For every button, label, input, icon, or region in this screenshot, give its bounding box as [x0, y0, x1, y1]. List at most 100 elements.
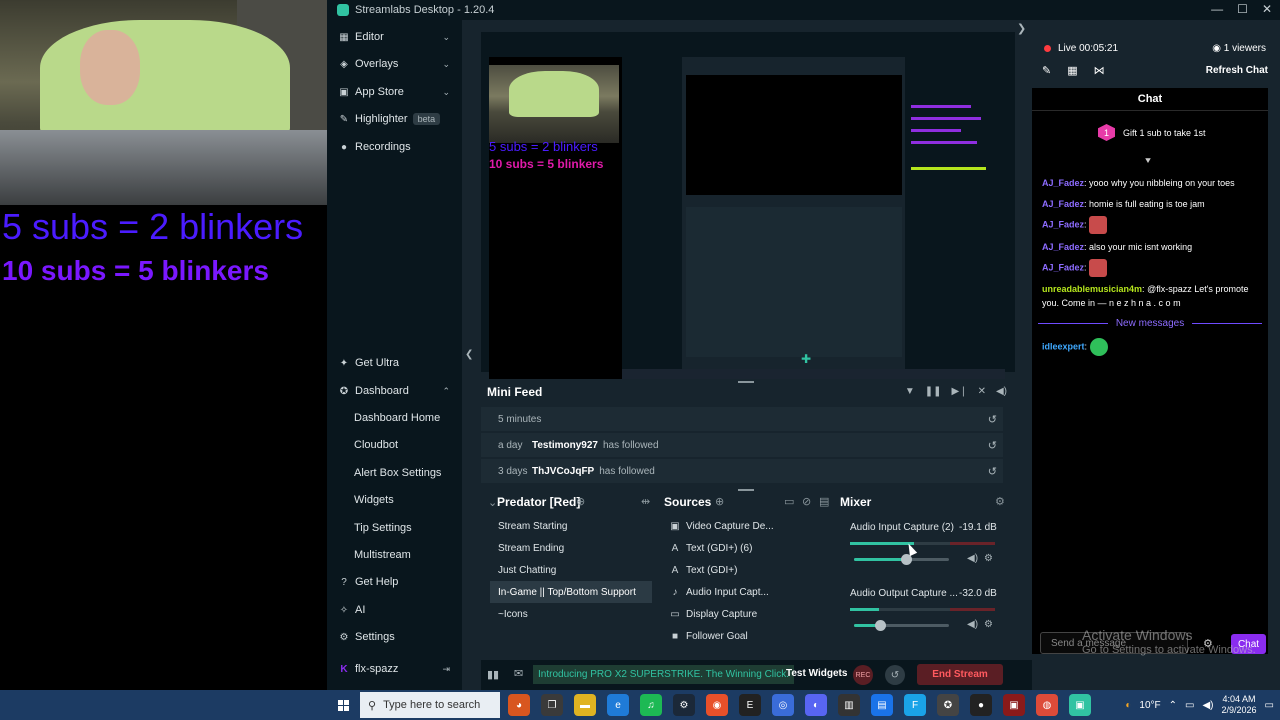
mute-icon[interactable]: ◀) — [967, 619, 978, 630]
source-item[interactable]: ♪ Audio Input Capt... — [664, 581, 814, 603]
filter-icon[interactable]: ▼ — [905, 386, 915, 397]
replay-buffer-button[interactable]: ↺ — [885, 665, 905, 685]
replay-alert-icon[interactable]: ↺ — [988, 439, 997, 452]
collapse-chat-icon[interactable]: ❯ — [1017, 22, 1026, 35]
source-item[interactable]: ▭ Display Capture — [664, 603, 814, 625]
spotify-icon[interactable]: ♫ — [640, 694, 662, 716]
edge-icon[interactable]: e — [607, 694, 629, 716]
stream-preview[interactable]: 5 subs = 2 blinkers 10 subs = 5 blinkers — [489, 57, 1005, 379]
volume-icon[interactable]: ◀) — [996, 386, 1007, 397]
app-icon[interactable]: ✪ — [937, 694, 959, 716]
expand-chevron-icon[interactable]: ⯆ — [1144, 156, 1152, 167]
notification-icon[interactable]: ✉ — [514, 667, 523, 680]
sidebar-user[interactable]: K flx-spazz ⇥ — [327, 657, 462, 681]
end-stream-button[interactable]: End Stream — [917, 664, 1003, 685]
scene-item[interactable]: Just Chatting — [490, 559, 652, 581]
mute-icon[interactable]: ◀) — [967, 553, 978, 564]
gift-sub-banner[interactable]: 1 Gift 1 sub to take 1st — [1098, 124, 1206, 141]
sidebar-item-ai[interactable]: ✧ AI — [327, 598, 462, 622]
taskbar-search[interactable]: ⚲ Type here to search — [360, 692, 500, 718]
sidebar-item-app-store[interactable]: ▣ App Store ⌄ — [327, 80, 462, 104]
pizza-app-icon[interactable]: ◕ — [508, 694, 530, 716]
pause-icon[interactable]: ❚❚ — [925, 386, 942, 397]
source-link-icon[interactable]: ⊘ — [802, 495, 811, 508]
tray-chevron-icon[interactable]: ⌃ — [1169, 700, 1177, 711]
scene-item[interactable]: ~Icons — [490, 603, 652, 625]
chrome-icon[interactable]: ◍ — [1036, 694, 1058, 716]
steam-icon[interactable]: ⚙ — [673, 694, 695, 716]
minimize-button[interactable]: — — [1211, 2, 1223, 16]
start-button[interactable] — [332, 694, 354, 716]
sidebar-item-widgets[interactable]: Widgets — [327, 488, 462, 512]
sidebar-item-get-help[interactable]: ? Get Help — [327, 570, 462, 594]
performance-icon[interactable]: ▮▮ — [487, 668, 499, 681]
sidebar-item-overlays[interactable]: ◈ Overlays ⌄ — [327, 52, 462, 76]
sidebar-item-recordings[interactable]: ● Recordings — [327, 135, 462, 159]
add-source-icon[interactable]: ⊕ — [715, 495, 724, 508]
app-icon[interactable]: ▣ — [1003, 694, 1025, 716]
refresh-chat-button[interactable]: Refresh Chat — [1206, 65, 1268, 76]
sidebar-item-alert-box-settings[interactable]: Alert Box Settings — [327, 461, 462, 485]
streamlabs-icon[interactable]: ▣ — [1069, 694, 1091, 716]
skip-icon[interactable]: ▶❘ — [952, 386, 968, 397]
volume-icon[interactable]: ◀) — [1202, 700, 1213, 711]
sidebar-item-settings[interactable]: ⚙ Settings — [327, 625, 462, 649]
obs-icon[interactable]: ● — [970, 694, 992, 716]
epic-games-icon[interactable]: E — [739, 694, 761, 716]
sidebar-item-editor[interactable]: ▦ Editor ⌄ — [327, 25, 462, 49]
scene-transition-icon[interactable]: ⇹ — [641, 495, 650, 508]
maximize-button[interactable]: ☐ — [1237, 2, 1248, 16]
replay-alert-icon[interactable]: ↺ — [988, 465, 997, 478]
share-icon[interactable]: ⋈ — [1094, 64, 1105, 77]
mixer-settings-icon[interactable]: ⚙ — [995, 495, 1005, 508]
preview-resize-handle-icon[interactable]: ✚ — [801, 352, 811, 366]
sidebar-item-dashboard-home[interactable]: Dashboard Home — [327, 406, 462, 430]
add-scene-icon[interactable]: ⊕ — [576, 495, 585, 508]
scene-collection-title[interactable]: Predator [Red] — [497, 495, 580, 509]
chevron-down-icon[interactable]: ⌄ — [488, 496, 497, 509]
gear-icon[interactable]: ⚙ — [984, 553, 993, 564]
logout-icon[interactable]: ⇥ — [442, 664, 450, 675]
volume-slider[interactable] — [854, 620, 949, 631]
collapse-sidebar-icon[interactable]: ❮ — [465, 349, 473, 360]
sidebar-item-highlighter[interactable]: ✎ Highlighter beta — [327, 107, 462, 131]
sidebar-item-get-ultra[interactable]: ✦ Get Ultra — [327, 351, 462, 375]
file-explorer-icon[interactable]: ▬ — [574, 694, 596, 716]
gear-icon[interactable]: ⚙ — [984, 619, 993, 630]
source-item[interactable]: A Text (GDI+) — [664, 559, 814, 581]
source-folder-icon[interactable]: ▭ — [784, 495, 794, 508]
sidebar-item-cloudbot[interactable]: Cloudbot — [327, 433, 462, 457]
source-item[interactable]: ▣ Video Capture De... — [664, 515, 814, 537]
stream-preview-panel: 5 subs = 2 blinkers 10 subs = 5 blinkers — [481, 32, 1015, 379]
edit-stream-info-icon[interactable]: ✎ — [1042, 64, 1051, 77]
clock[interactable]: 4:04 AM 2/9/2026 — [1222, 694, 1257, 716]
scene-item[interactable]: Stream Starting — [490, 515, 652, 537]
app-icon[interactable]: ◎ — [772, 694, 794, 716]
close-button[interactable]: ✕ — [1262, 2, 1272, 16]
scene-item[interactable]: Stream Ending — [490, 537, 652, 559]
sidebar-item-dashboard[interactable]: ✪ Dashboard ⌃ — [327, 379, 462, 403]
volume-slider[interactable] — [854, 554, 949, 565]
weather-temp[interactable]: 10°F — [1139, 700, 1160, 711]
discord-icon[interactable]: ◐ — [805, 694, 827, 716]
resize-handle[interactable] — [738, 489, 754, 491]
network-icon[interactable]: ▭ — [1185, 700, 1194, 711]
app-icon[interactable]: F — [904, 694, 926, 716]
sidebar-item-tip-settings[interactable]: Tip Settings — [327, 516, 462, 540]
source-item[interactable]: A Text (GDI+) (6) — [664, 537, 814, 559]
task-view-icon[interactable]: ❐ — [541, 694, 563, 716]
app-icon[interactable]: ▥ — [838, 694, 860, 716]
sidebar-item-multistream[interactable]: Multistream — [327, 543, 462, 567]
app-icon[interactable]: ▤ — [871, 694, 893, 716]
replay-alert-icon[interactable]: ↺ — [988, 413, 997, 426]
mute-alerts-icon[interactable]: ✕ — [978, 386, 986, 397]
scene-item-active[interactable]: In-Game || Top/Bottom Support — [490, 581, 652, 603]
clip-icon[interactable]: ▦ — [1067, 64, 1077, 77]
promo-banner[interactable]: Introducing PRO X2 SUPERSTRIKE. The Winn… — [533, 665, 795, 684]
add-folder-icon[interactable]: ▤ — [819, 495, 829, 508]
record-button[interactable]: REC — [853, 665, 873, 685]
test-widgets-button[interactable]: Test Widgets — [786, 668, 847, 679]
notification-center-icon[interactable]: ▭ — [1265, 700, 1274, 711]
source-item[interactable]: ■ Follower Goal — [664, 625, 814, 647]
app-icon[interactable]: ◉ — [706, 694, 728, 716]
